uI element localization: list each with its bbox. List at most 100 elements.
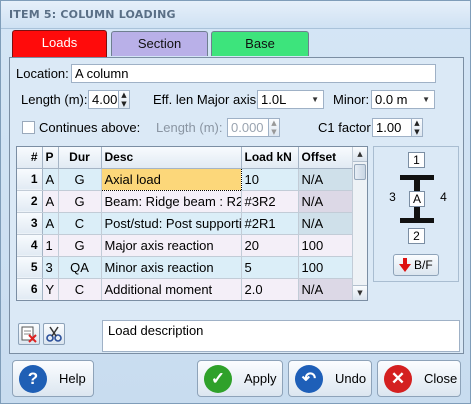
eff-len-major-value: 1.0L	[261, 92, 287, 107]
apply-button[interactable]: ✓ Apply	[197, 360, 283, 397]
axis-face-1-button[interactable]: 1	[408, 152, 425, 168]
row-number[interactable]: 3	[17, 212, 43, 235]
col-header-desc[interactable]: Desc	[101, 147, 242, 169]
tab-section[interactable]: Section	[111, 31, 208, 56]
cell-load[interactable]: 10	[241, 168, 299, 191]
axis-face-3-button[interactable]: 3	[384, 190, 401, 206]
row-number[interactable]: 2	[17, 190, 43, 213]
cell-desc[interactable]: Major axis reaction	[101, 234, 242, 257]
c1-factor-spinner[interactable]: ▲ ▼	[412, 118, 423, 137]
axis-face-2-button[interactable]: 2	[408, 228, 425, 244]
minor-select[interactable]: 0.0 m ▼	[371, 90, 435, 109]
cell-dur[interactable]: QA	[58, 256, 102, 279]
axis-face-4-button[interactable]: 4	[435, 190, 452, 206]
chevron-down-icon: ▼	[422, 95, 430, 104]
tab-base[interactable]: Base	[211, 31, 309, 56]
back-front-button[interactable]: B/F	[393, 254, 439, 276]
axis-selector: 1 3 A 4 2 B/F	[373, 146, 459, 282]
location-label: Location:	[16, 66, 69, 81]
cell-desc[interactable]: Axial load	[100, 167, 242, 191]
cell-dur[interactable]: G	[58, 190, 102, 213]
cell-offset[interactable]: N/A	[298, 212, 354, 235]
cell-p[interactable]: 3	[42, 256, 59, 279]
c1-factor-label: C1 factor	[318, 120, 371, 135]
col-header-load[interactable]: Load kN	[241, 147, 299, 169]
help-button[interactable]: ? Help	[12, 360, 94, 397]
back-front-label: B/F	[414, 258, 433, 272]
check-icon: ✓	[204, 365, 232, 393]
scissors-icon	[46, 326, 62, 342]
loads-panel: Location: A column Length (m): 4.00 ▲ ▼ E…	[9, 57, 464, 354]
length-input[interactable]: 4.00	[88, 90, 119, 109]
table-header: # P Dur Desc Load kN Offset	[17, 147, 354, 169]
cell-dur[interactable]: C	[58, 212, 102, 235]
scroll-down-icon[interactable]: ▼	[353, 285, 367, 300]
cell-p[interactable]: A	[42, 168, 59, 191]
apply-label: Apply	[244, 371, 277, 386]
delete-load-button[interactable]	[18, 323, 40, 345]
cell-offset[interactable]: N/A	[298, 278, 354, 300]
table-row[interactable]: 5 3 QA Minor axis reaction 5 100	[17, 256, 354, 279]
arrow-down-icon	[399, 258, 411, 272]
table-row[interactable]: 1 A G Axial load 10 N/A	[17, 167, 354, 191]
cell-p[interactable]: A	[42, 190, 59, 213]
col-header-dur[interactable]: Dur	[58, 147, 102, 169]
cell-load[interactable]: 20	[241, 234, 299, 257]
minor-label: Minor:	[333, 92, 370, 107]
table-row[interactable]: 4 1 G Major axis reaction 20 100	[17, 234, 354, 257]
close-icon: ✕	[384, 365, 412, 393]
cell-dur[interactable]: G	[58, 168, 102, 191]
col-header-p[interactable]: P	[42, 147, 59, 169]
length-above-spinner[interactable]: ▲ ▼	[269, 118, 280, 137]
cell-offset[interactable]: 100	[298, 234, 354, 257]
loads-table: # P Dur Desc Load kN Offset 1 A G Axial …	[16, 146, 368, 301]
scroll-up-icon[interactable]: ▲	[353, 147, 367, 162]
cell-load[interactable]: 5	[241, 256, 299, 279]
cell-load[interactable]: #3R2	[241, 190, 299, 213]
row-number[interactable]: 4	[17, 234, 43, 257]
row-number[interactable]: 5	[17, 256, 43, 279]
cell-desc[interactable]: Additional moment	[101, 278, 242, 300]
title-bar: ITEM 5: COLUMN LOADING	[1, 1, 470, 29]
close-button[interactable]: ✕ Close	[377, 360, 461, 397]
cut-load-button[interactable]	[43, 323, 65, 345]
table-row[interactable]: 2 A G Beam: Ridge beam : R2 #3R2 N/A	[17, 190, 354, 213]
eff-len-major-select[interactable]: 1.0L ▼	[257, 90, 324, 109]
cell-desc[interactable]: Post/stud: Post supporti	[101, 212, 242, 235]
col-header-number[interactable]: #	[17, 147, 43, 169]
cell-p[interactable]: 1	[42, 234, 59, 257]
cell-dur[interactable]: G	[58, 234, 102, 257]
undo-button[interactable]: ↶ Undo	[288, 360, 372, 397]
close-label: Close	[424, 371, 458, 386]
continues-above-checkbox[interactable]	[22, 121, 35, 134]
delete-rows-icon	[21, 326, 37, 343]
location-input[interactable]: A column	[71, 64, 436, 83]
axis-face-a-button[interactable]: A	[409, 191, 425, 207]
table-scrollbar[interactable]: ▲ ▼	[352, 147, 367, 300]
cell-offset[interactable]: 100	[298, 256, 354, 279]
cell-desc[interactable]: Minor axis reaction	[101, 256, 242, 279]
row-number[interactable]: 1	[17, 168, 43, 191]
eff-len-major-label: Eff. len Major axis:	[153, 92, 260, 107]
load-description-input[interactable]: Load description	[102, 320, 460, 352]
cell-p[interactable]: Y	[42, 278, 59, 300]
c1-factor-input[interactable]: 1.00	[372, 118, 412, 137]
table-row[interactable]: 3 A C Post/stud: Post supporti #2R1 N/A	[17, 212, 354, 235]
column-loading-window: ITEM 5: COLUMN LOADING Loads Section Bas…	[0, 0, 471, 404]
cell-offset[interactable]: N/A	[298, 168, 354, 191]
length-above-input[interactable]: 0.000	[227, 118, 269, 137]
col-header-offset[interactable]: Offset	[298, 147, 354, 169]
cell-desc[interactable]: Beam: Ridge beam : R2	[101, 190, 242, 213]
table-row[interactable]: 6 Y C Additional moment 2.0 N/A	[17, 278, 354, 300]
length-above-label: Length (m):	[156, 120, 223, 135]
length-label: Length (m):	[21, 92, 88, 107]
cell-load[interactable]: #2R1	[241, 212, 299, 235]
cell-dur[interactable]: C	[58, 278, 102, 300]
row-number[interactable]: 6	[17, 278, 43, 300]
scroll-thumb[interactable]	[354, 164, 366, 180]
cell-load[interactable]: 2.0	[241, 278, 299, 300]
tab-loads[interactable]: Loads	[12, 30, 107, 57]
cell-offset[interactable]: N/A	[298, 190, 354, 213]
length-spinner[interactable]: ▲ ▼	[119, 90, 130, 109]
cell-p[interactable]: A	[42, 212, 59, 235]
